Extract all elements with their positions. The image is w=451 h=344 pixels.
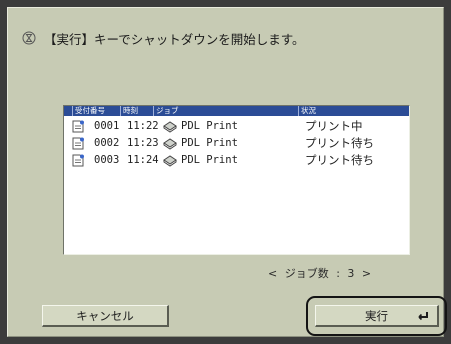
header-time: 時刻 — [120, 106, 153, 116]
dialog-panel: 【実行】キーでシャットダウンを開始します。 受付番号 時刻 ジョブ 状況 000… — [7, 7, 447, 337]
job-name: PDL Print — [181, 154, 238, 166]
job-time: 11:24 — [127, 154, 159, 166]
document-icon — [72, 154, 84, 167]
instruction-message: 【実行】キーでシャットダウンを開始します。 — [22, 28, 305, 48]
header-job: ジョブ — [153, 106, 298, 116]
document-icon — [72, 120, 84, 133]
header-status: 状況 — [298, 106, 409, 116]
job-number: 0001 — [94, 120, 120, 132]
job-name: PDL Print — [181, 137, 238, 149]
job-status: プリント待ち — [305, 136, 374, 150]
printer-icon — [163, 155, 177, 167]
instruction-text: 【実行】キーでシャットダウンを開始します。 — [44, 31, 305, 47]
hourglass-icon — [22, 31, 36, 45]
enter-icon — [418, 312, 428, 321]
table-row[interactable]: 0003 11:24 PDL Print プリント待ち — [64, 152, 409, 169]
job-status: プリント待ち — [305, 153, 374, 167]
document-icon — [72, 137, 84, 150]
job-name: PDL Print — [181, 120, 238, 132]
table-row[interactable]: 0002 11:23 PDL Print プリント待ち — [64, 135, 409, 152]
printer-icon — [163, 121, 177, 133]
job-status: プリント中 — [305, 119, 363, 133]
job-count: < ジョブ数 : 3 > — [268, 267, 372, 280]
table-header: 受付番号 時刻 ジョブ 状況 — [64, 106, 409, 116]
job-time: 11:22 — [127, 120, 159, 132]
execute-label: 実行 — [365, 308, 388, 323]
execute-button[interactable]: 実行 — [315, 305, 439, 327]
job-number: 0003 — [94, 154, 120, 166]
header-number: 受付番号 — [72, 106, 120, 116]
table-row[interactable]: 0001 11:22 PDL Print プリント中 — [64, 118, 409, 135]
job-table: 受付番号 時刻 ジョブ 状況 0001 11:22 PDL Print プリント… — [63, 105, 410, 255]
job-time: 11:23 — [127, 137, 159, 149]
job-number: 0002 — [94, 137, 120, 149]
cancel-button[interactable]: キャンセル — [42, 305, 169, 327]
printer-icon — [163, 138, 177, 150]
